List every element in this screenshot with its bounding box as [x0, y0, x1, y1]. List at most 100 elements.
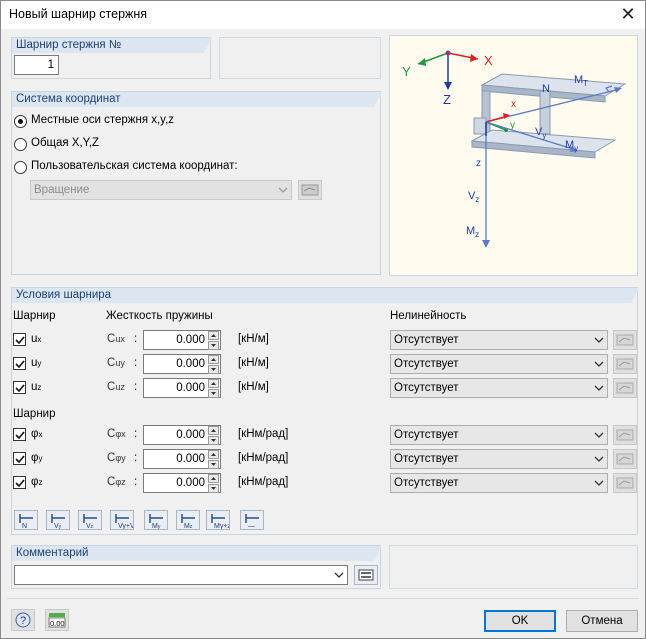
nonlinearity-edit-button[interactable] [613, 473, 637, 493]
nonlinearity-select[interactable]: Отсутствует [390, 354, 608, 374]
edit-diagram-icon [616, 358, 634, 370]
comment-combo[interactable] [14, 565, 348, 585]
spin-up-icon[interactable] [208, 379, 219, 388]
spin-up-icon[interactable] [208, 450, 219, 459]
hinge-checkbox[interactable] [13, 428, 26, 441]
dof-label: uz [31, 381, 42, 393]
unit-label: [кН/м] [238, 333, 269, 345]
check-icon [15, 431, 25, 440]
close-icon[interactable]: ✕ [617, 3, 639, 25]
edit-cs-button[interactable] [298, 180, 322, 200]
spin-buttons[interactable] [208, 450, 219, 470]
preset-vyvz-button[interactable]: Vy+Vz [110, 510, 139, 530]
nonlinearity-select[interactable]: Отсутствует [390, 473, 608, 493]
radio-user-cs-circle[interactable] [14, 161, 27, 174]
spin-down-icon[interactable] [208, 389, 219, 398]
comment-library-button[interactable] [354, 565, 378, 585]
help-button[interactable]: ? [11, 609, 35, 631]
col-stiffness-label: Жесткость пружины [106, 310, 213, 322]
svg-text:My: My [152, 523, 161, 529]
spin-up-icon[interactable] [208, 355, 219, 364]
radio-user-cs-label: Пользовательская система координат: [31, 160, 238, 172]
comment-side-panel [389, 545, 638, 589]
spring-label: Cux [107, 333, 125, 345]
hinge-conditions-panel: Условия шарнира Шарнир Жесткость пружины… [11, 287, 639, 535]
nonlinearity-edit-button[interactable] [613, 449, 637, 469]
spin-buttons[interactable] [208, 331, 219, 351]
spin-up-icon[interactable] [208, 426, 219, 435]
hinge-preset-icon: Vy+Vz [115, 514, 139, 530]
hinge-checkbox[interactable] [13, 476, 26, 489]
spin-up-icon[interactable] [208, 331, 219, 340]
preset-vz-button[interactable]: Vz [78, 510, 102, 530]
spin-buttons[interactable] [208, 355, 219, 375]
chevron-down-icon [278, 187, 288, 193]
title-bar: Новый шарнир стержня ✕ [1, 1, 645, 29]
units-button[interactable]: 0.00 [45, 609, 69, 631]
dof-label: φy [31, 452, 43, 464]
nonlinearity-edit-button[interactable] [613, 330, 637, 350]
hinge-number-panel: Шарнир стержня № 1 [11, 37, 212, 79]
radio-global-axes-circle[interactable] [14, 138, 27, 151]
preset-toolbar: N Vy Vz Vy+Vz My Mz My+z — [14, 510, 274, 532]
radio-local-axes-circle[interactable] [14, 115, 27, 128]
svg-text:?: ? [20, 615, 26, 627]
spin-up-icon[interactable] [208, 474, 219, 483]
cancel-button[interactable]: Отмена [566, 610, 638, 632]
hinge-checkbox[interactable] [13, 381, 26, 394]
rotation-select[interactable]: Вращение [30, 180, 292, 200]
unit-label: [кНм/рад] [238, 476, 289, 488]
hinge-preset-icon: My+z [211, 514, 231, 530]
nonlinearity-edit-button[interactable] [613, 378, 637, 398]
preset-mz-button[interactable]: Mz [176, 510, 200, 530]
nonlinearity-select[interactable]: Отсутствует [390, 425, 608, 445]
window-title: Новый шарнир стержня [9, 7, 148, 21]
preset-vy-button[interactable]: Vy [46, 510, 70, 530]
spin-down-icon[interactable] [208, 484, 219, 493]
preset-my-button[interactable]: My [144, 510, 168, 530]
spin-down-icon[interactable] [208, 436, 219, 445]
chevron-down-icon [594, 432, 604, 438]
spin-down-icon[interactable] [208, 341, 219, 350]
col-nonlinearity-label: Нелинейность [390, 310, 467, 322]
chevron-down-icon [594, 480, 604, 486]
nonlinearity-select[interactable]: Отсутствует [390, 449, 608, 469]
hinge-number-value: 1 [47, 59, 54, 71]
hinge-preset-icon: — [245, 514, 259, 530]
colon-sep: : [134, 357, 138, 369]
hinge-number-input[interactable]: 1 [14, 55, 59, 75]
spin-buttons[interactable] [208, 474, 219, 494]
radio-global-axes-label: Общая X,Y,Z [31, 137, 100, 149]
hinge-checkbox[interactable] [13, 357, 26, 370]
preset-n-button[interactable]: N [14, 510, 38, 530]
preset-myz-button[interactable]: My+z [206, 510, 231, 530]
nonlinearity-edit-button[interactable] [613, 354, 637, 374]
nonlinearity-edit-button[interactable] [613, 425, 637, 445]
ok-button[interactable]: OK [484, 610, 556, 632]
chevron-down-icon [594, 385, 604, 391]
nonlinearity-select[interactable]: Отсутствует [390, 378, 608, 398]
hinge-preset-icon: Mz [181, 514, 195, 530]
comment-header: Комментарий [12, 546, 382, 561]
check-icon [15, 336, 25, 345]
check-icon [15, 455, 25, 464]
spring-label: Cuz [107, 381, 125, 393]
chevron-down-icon [334, 572, 344, 578]
check-icon [15, 360, 25, 369]
local-x-label: x [511, 99, 516, 110]
spin-down-icon[interactable] [208, 460, 219, 469]
spring-label: Cφz [107, 476, 126, 488]
spin-down-icon[interactable] [208, 365, 219, 374]
hinge-checkbox[interactable] [13, 452, 26, 465]
radio-local-axes-label: Местные оси стержня x,y,z [31, 114, 175, 126]
nonlinearity-select[interactable]: Отсутствует [390, 330, 608, 350]
spin-buttons[interactable] [208, 379, 219, 399]
preset-none-button[interactable]: — [240, 510, 264, 530]
hinge-checkbox[interactable] [13, 333, 26, 346]
coordinate-system-edit-icon [301, 184, 319, 196]
spin-buttons[interactable] [208, 426, 219, 446]
comment-panel: Комментарий [11, 545, 382, 589]
global-x-label: X [484, 53, 493, 68]
global-y-label: Y [402, 64, 411, 79]
hinge-preset-icon: Vy [51, 514, 65, 530]
